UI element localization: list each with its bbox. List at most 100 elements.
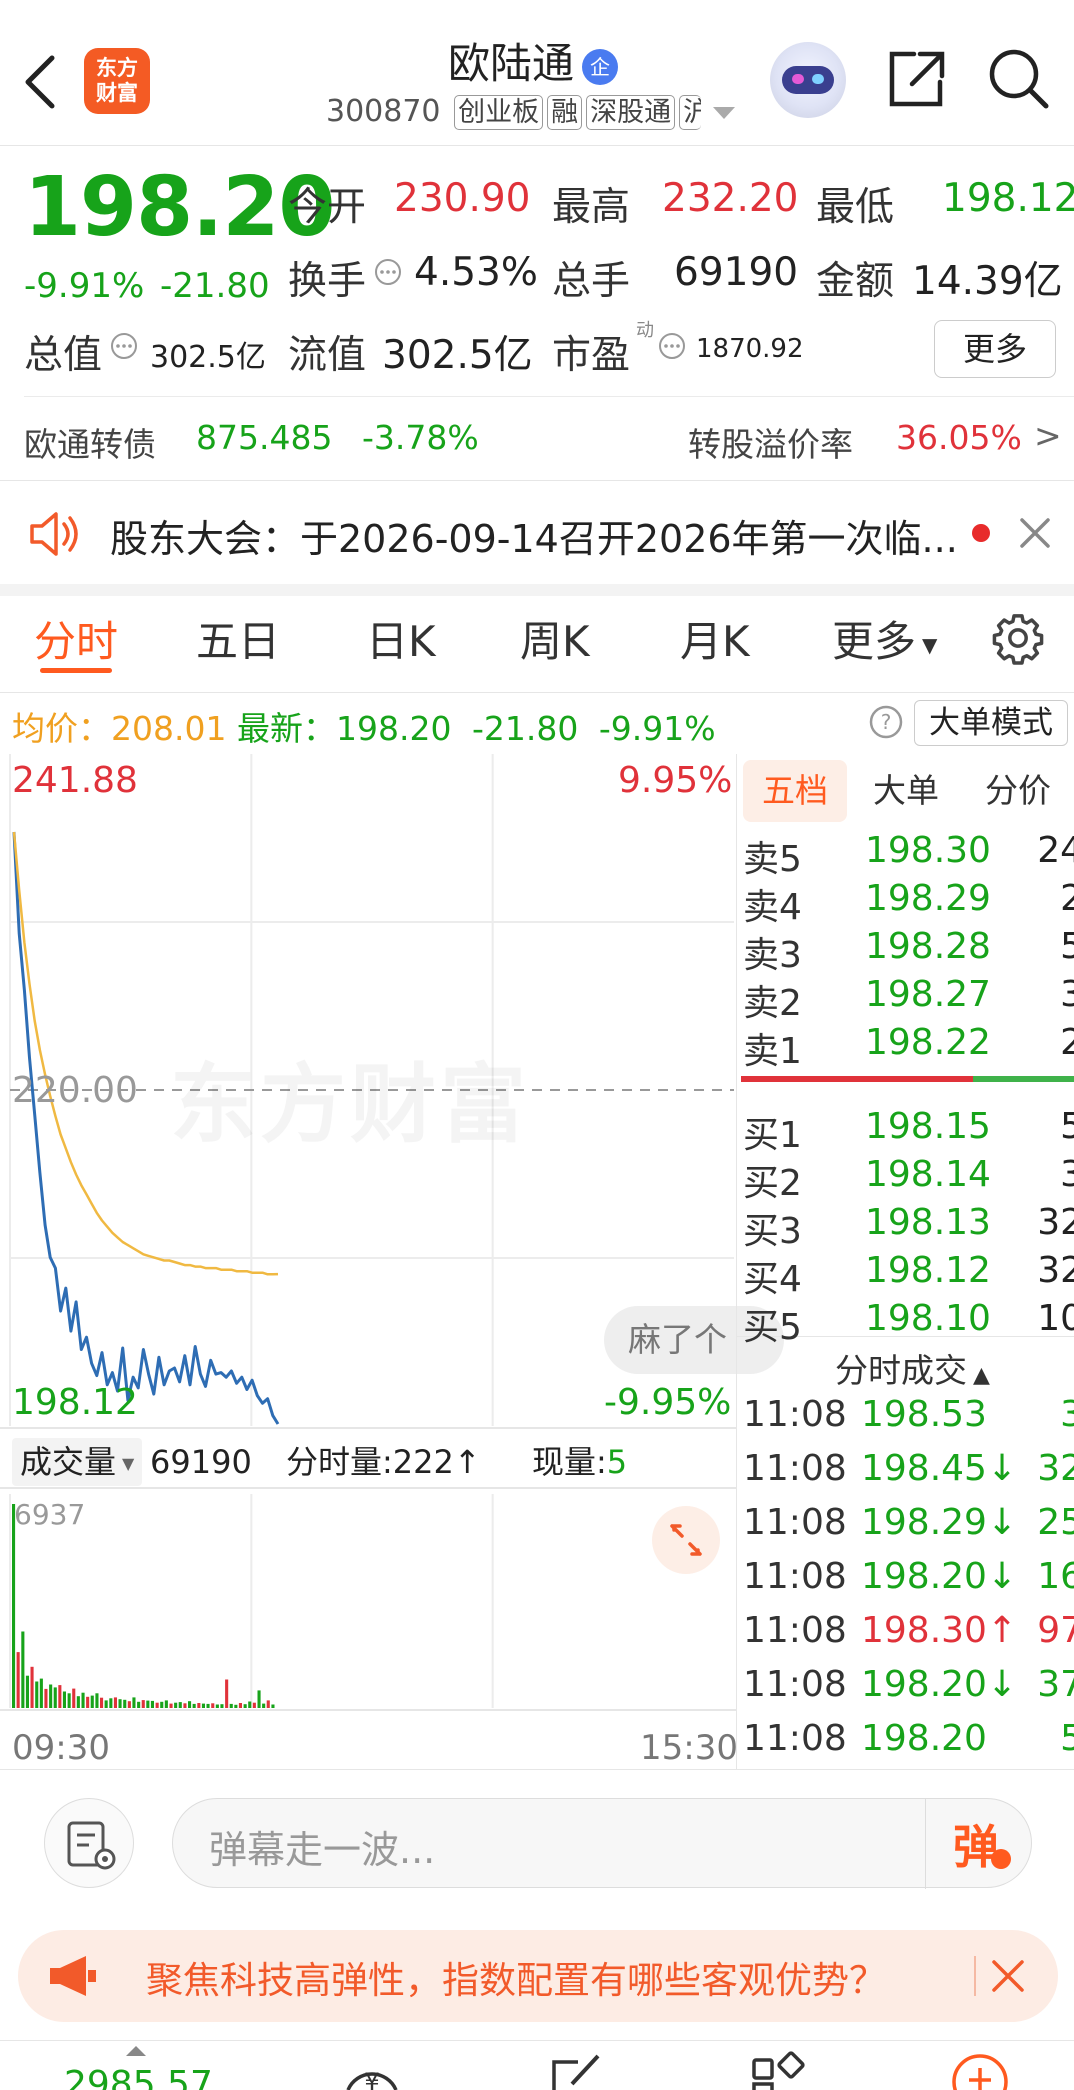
buy-level-row[interactable]: 买4 198.12 32 (743, 1250, 1074, 1300)
level-volume: 3 (1060, 1154, 1074, 1195)
volume-selector[interactable]: 成交量 ▼ (12, 1438, 143, 1486)
tab-large-orders[interactable]: 大单 (873, 760, 939, 822)
amount-value: 14.39亿 (912, 259, 1063, 304)
pe-info-icon[interactable] (658, 332, 686, 360)
comment-input[interactable]: 弹幕走一波... 弹 (172, 1798, 1032, 1889)
buy-level-row[interactable]: 买2 198.14 3 (743, 1154, 1074, 1204)
tab-five-day[interactable]: 五日 (196, 608, 280, 669)
tab-week-k[interactable]: 周K (520, 608, 590, 669)
comment-settings-button[interactable] (44, 1798, 134, 1888)
search-icon[interactable] (986, 46, 1052, 112)
tab-intraday[interactable]: 分时 (34, 608, 118, 669)
sell-level-row[interactable]: 卖4 198.29 2 (743, 878, 1074, 928)
sell-level-row[interactable]: 卖2 198.27 3 (743, 974, 1074, 1024)
tick-time: 11:08 (743, 1556, 847, 1597)
tab-day-k[interactable]: 日K (366, 608, 436, 669)
tick-row[interactable]: 11:08 198.20↓ 37 (743, 1664, 1074, 1708)
index-value[interactable]: 2985.57 (64, 2064, 213, 2090)
volume-bar (238, 1703, 242, 1708)
tick-volume: 37 (1037, 1664, 1074, 1705)
volume-bar (39, 1678, 43, 1708)
tick-row[interactable]: 11:08 198.20↓ 16 (743, 1556, 1074, 1600)
logo-line-1: 东方 (96, 56, 138, 80)
volume-bar (21, 1631, 25, 1708)
sell-level-row[interactable]: 卖1 198.22 2 (743, 1022, 1074, 1072)
premium-value: 36.05% (896, 418, 1022, 457)
check-badge-icon (991, 1849, 1011, 1869)
close-icon[interactable] (1018, 516, 1052, 550)
buy-level-row[interactable]: 买1 198.15 5 (743, 1106, 1074, 1156)
volume-bar (86, 1696, 90, 1708)
intraday-chart[interactable]: 241.88 9.95% 220.00 198.12 -9.95% 东方财富 麻… (0, 754, 784, 1769)
tick-price: 198.45↓ (861, 1448, 1018, 1489)
volume-bar (266, 1700, 270, 1708)
tab-price-distribution[interactable]: 分价 (985, 760, 1051, 822)
volume-bar (62, 1691, 66, 1708)
help-icon[interactable]: ? (868, 704, 904, 740)
level-price: 198.27 (865, 974, 991, 1015)
tick-row[interactable]: 11:08 198.53 3 (743, 1394, 1074, 1438)
change-pct: -9.91% (24, 266, 145, 306)
fullscreen-button[interactable] (652, 1506, 720, 1574)
buy-level-row[interactable]: 买5 198.10 10 (743, 1298, 1074, 1348)
tick-row[interactable]: 11:08 198.29↓ 25 (743, 1502, 1074, 1546)
volume-bar (225, 1679, 229, 1708)
volume-bar (72, 1688, 76, 1708)
volume-bar (16, 1652, 20, 1708)
assistant-robot-icon[interactable] (770, 42, 846, 118)
tick-row[interactable]: 11:08 198.30↑ 97 (743, 1610, 1074, 1654)
tick-volume: 97 (1037, 1610, 1074, 1651)
back-icon[interactable] (20, 52, 60, 112)
tag-margin: 融 (547, 95, 583, 130)
yuan-icon[interactable]: ¥ (340, 2050, 404, 2090)
volume-bar (164, 1700, 168, 1708)
mcap-info-icon[interactable] (110, 332, 138, 360)
tick-row[interactable]: 11:08 198.20 5 (743, 1718, 1074, 1762)
tick-price: 198.20↓ (861, 1664, 1018, 1705)
level-volume: 2 (1060, 1022, 1074, 1063)
tab-five-levels[interactable]: 五档 (743, 760, 847, 822)
tab-more[interactable]: 更多 ▼ (832, 608, 937, 669)
volume-bar (169, 1703, 173, 1708)
eastmoney-logo[interactable]: 东方 财富 (84, 48, 150, 114)
tab-month-k[interactable]: 月K (680, 608, 750, 669)
edit-icon[interactable] (548, 2050, 608, 2090)
expand-icon (670, 1524, 702, 1556)
pct-min-label: -9.95% (604, 1382, 732, 1423)
dropdown-triangle-icon (712, 106, 735, 119)
volume-bar (146, 1700, 150, 1708)
avg-label: 均价： (12, 709, 111, 748)
volume-bar (127, 1701, 131, 1708)
volume-bar (174, 1702, 178, 1708)
tick-volume: 5 (1060, 1718, 1074, 1759)
tick-row[interactable]: 11:08 198.45↓ 32 (743, 1448, 1074, 1492)
volume-bar (211, 1703, 215, 1708)
sell-level-row[interactable]: 卖5 198.30 24 (743, 830, 1074, 880)
volume-bar (257, 1690, 261, 1708)
promo-banner[interactable]: 聚焦科技高弹性，指数配置有哪些客观优势？ (18, 1930, 1058, 2022)
add-watchlist-icon[interactable] (948, 2050, 1012, 2090)
stock-code-line[interactable]: 300870 创业板融深股通沪 (326, 94, 737, 130)
volume-bar (100, 1697, 104, 1708)
pct-max-label: 9.95% (618, 760, 733, 801)
send-danmaku-button[interactable]: 弹 (953, 1811, 999, 1877)
more-quote-button[interactable]: 更多 (934, 320, 1056, 378)
level-label: 买4 (743, 1259, 802, 1300)
tick-time: 11:08 (743, 1664, 847, 1705)
level-label: 卖4 (743, 887, 802, 928)
tick-volume: 16 (1037, 1556, 1074, 1597)
sell-level-row[interactable]: 卖3 198.28 5 (743, 926, 1074, 976)
premium-label: 转股溢价率 (688, 425, 853, 464)
share-icon[interactable] (884, 48, 948, 112)
period-volume: 分时量:222↑ (286, 1443, 481, 1481)
large-order-mode-button[interactable]: 大单模式 (914, 700, 1068, 746)
ticks-title[interactable]: 分时成交 ▲ (835, 1344, 990, 1392)
volume-bar (132, 1697, 136, 1708)
volume-bar (30, 1666, 34, 1708)
level-label: 卖3 (743, 935, 802, 976)
buy-level-row[interactable]: 买3 198.13 32 (743, 1202, 1074, 1252)
apps-icon[interactable] (750, 2050, 806, 2090)
turnover-info-icon[interactable] (374, 258, 402, 286)
close-banner-icon[interactable] (990, 1958, 1026, 1994)
settings-gear-icon[interactable] (990, 610, 1046, 666)
